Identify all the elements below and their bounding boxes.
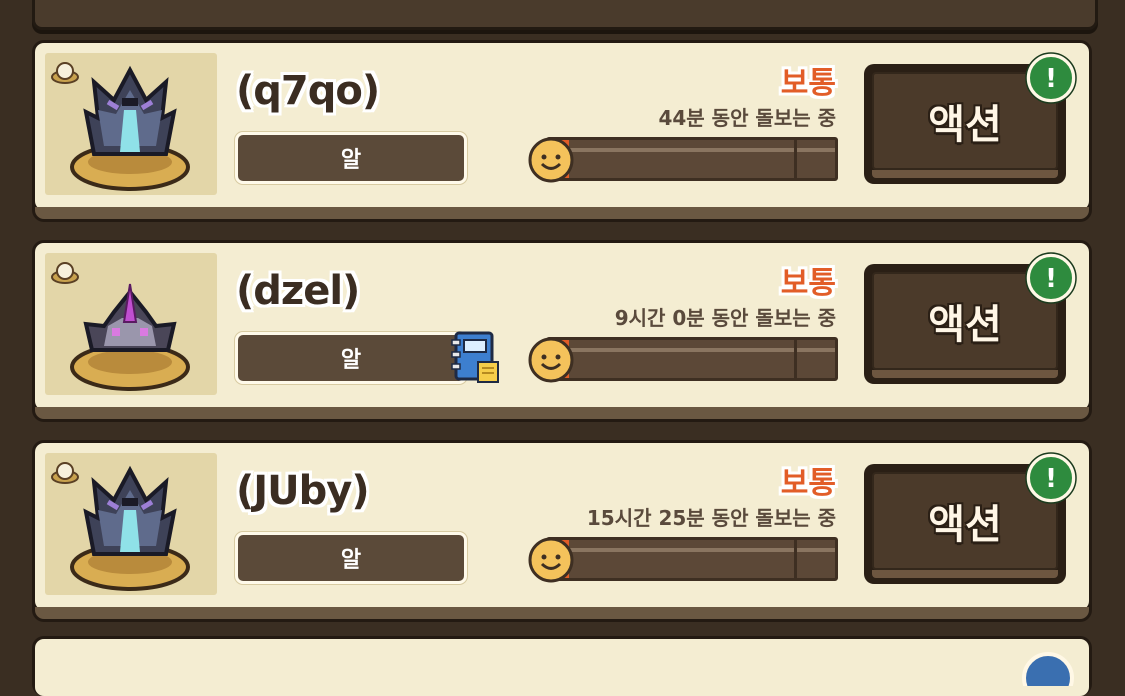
- pet-name: (q7qo): [236, 68, 380, 114]
- smiley-face-icon: [528, 137, 574, 183]
- alert-exclamation-icon[interactable]: !: [1025, 252, 1077, 304]
- growth-stage-label: 알: [235, 332, 467, 384]
- smiley-face-icon: [528, 337, 574, 383]
- notebook-icon[interactable]: [450, 330, 502, 386]
- care-duration-text: 15시간 25분 동안 돌보는 중: [586, 506, 836, 530]
- status-label: 보통: [780, 466, 836, 501]
- dark-dragon-egg-icon[interactable]: [64, 462, 196, 594]
- pet-name: (dzel): [236, 268, 360, 314]
- svg-text:!: !: [1045, 264, 1057, 294]
- care-duration-text: 44분 동안 돌보는 중: [658, 106, 836, 130]
- status-label: 보통: [780, 266, 836, 301]
- alert-exclamation-icon[interactable]: !: [1025, 52, 1077, 104]
- alert-icon-partial[interactable]: [1018, 646, 1078, 686]
- pet-card: (JUby) 알 보통 15시간 25분 동안 돌보는 중 액션 !: [32, 440, 1092, 622]
- growth-stage-label: 알: [235, 132, 467, 184]
- pet-name: (JUby): [236, 468, 370, 514]
- svg-text:!: !: [1045, 64, 1057, 94]
- crystal-creature-egg-icon[interactable]: [64, 262, 196, 394]
- care-duration-text: 9시간 0분 동안 돌보는 중: [614, 306, 836, 330]
- pet-card: (dzel) 알 보통 9시간 0분 동안 돌보는 중 액션 !: [32, 240, 1092, 422]
- growth-stage-label: 알: [235, 532, 467, 584]
- previous-card-edge: [32, 0, 1098, 30]
- svg-text:!: !: [1045, 464, 1057, 494]
- alert-exclamation-icon[interactable]: !: [1025, 452, 1077, 504]
- smiley-face-icon: [528, 537, 574, 583]
- condition-progress-bar: [546, 537, 838, 581]
- dark-dragon-egg-icon[interactable]: [64, 62, 196, 194]
- pet-card-partial: [32, 636, 1092, 696]
- condition-progress-bar: [546, 137, 838, 181]
- pet-card: (q7qo) 알 보통 44분 동안 돌보는 중 액션 !: [32, 40, 1092, 222]
- condition-progress-bar: [546, 337, 838, 381]
- status-label: 보통: [780, 66, 836, 101]
